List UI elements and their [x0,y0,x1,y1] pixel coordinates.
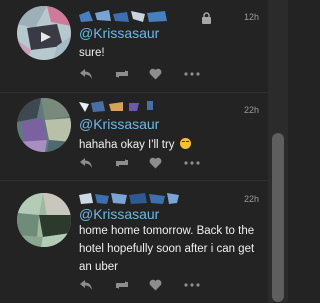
reply-icon[interactable] [79,156,114,170]
tweet-actions [79,156,219,170]
tweet-handle[interactable]: @Krissasaur [79,206,159,222]
avatar[interactable] [17,193,71,247]
tweet-handle[interactable]: @Krissasaur [79,116,159,132]
display-name [79,99,159,113]
scrollbar-track[interactable] [268,0,288,302]
tweet-item[interactable]: 22h @Krissasaur home home tomorrow. Back… [0,180,268,303]
retweet-icon[interactable] [114,67,149,81]
reply-icon[interactable] [79,67,114,81]
heart-icon[interactable] [149,156,184,170]
scrollbar-thumb[interactable] [272,133,284,302]
retweet-icon[interactable] [114,156,149,170]
tweet-handle[interactable]: @Krissasaur [79,25,159,41]
tweet-feed: 12h @Krissasaur sure! 22h @Krissasaur ha… [0,0,268,302]
more-dots-icon[interactable] [184,278,219,292]
more-dots-icon[interactable] [184,67,219,81]
tweet-time: 22h [243,194,259,204]
display-name [79,191,179,205]
display-name [79,9,169,23]
lock-icon [201,11,212,29]
reply-icon[interactable] [79,278,114,292]
grinning-sweat-emoji [179,138,191,149]
more-dots-icon[interactable] [184,156,219,170]
heart-icon[interactable] [149,67,184,81]
tweet-time: 22h [243,105,259,115]
tweet-actions [79,278,219,292]
tweet-actions [79,67,219,81]
tweet-text: hahaha okay I'll try [79,136,265,154]
retweet-icon[interactable] [114,278,149,292]
avatar[interactable] [17,6,71,60]
avatar[interactable] [17,98,71,152]
tweet-time: 12h [243,12,259,22]
tweet-text: home home tomorrow. Back to the hotel ho… [79,225,255,273]
tweet-item[interactable]: 22h @Krissasaur hahaha okay I'll try [0,92,268,181]
heart-icon[interactable] [149,278,184,292]
tweet-text: sure! [79,47,105,59]
tweet-text-content: hahaha okay I'll try [79,139,175,151]
tweet-item[interactable]: 12h @Krissasaur sure! [0,0,268,92]
